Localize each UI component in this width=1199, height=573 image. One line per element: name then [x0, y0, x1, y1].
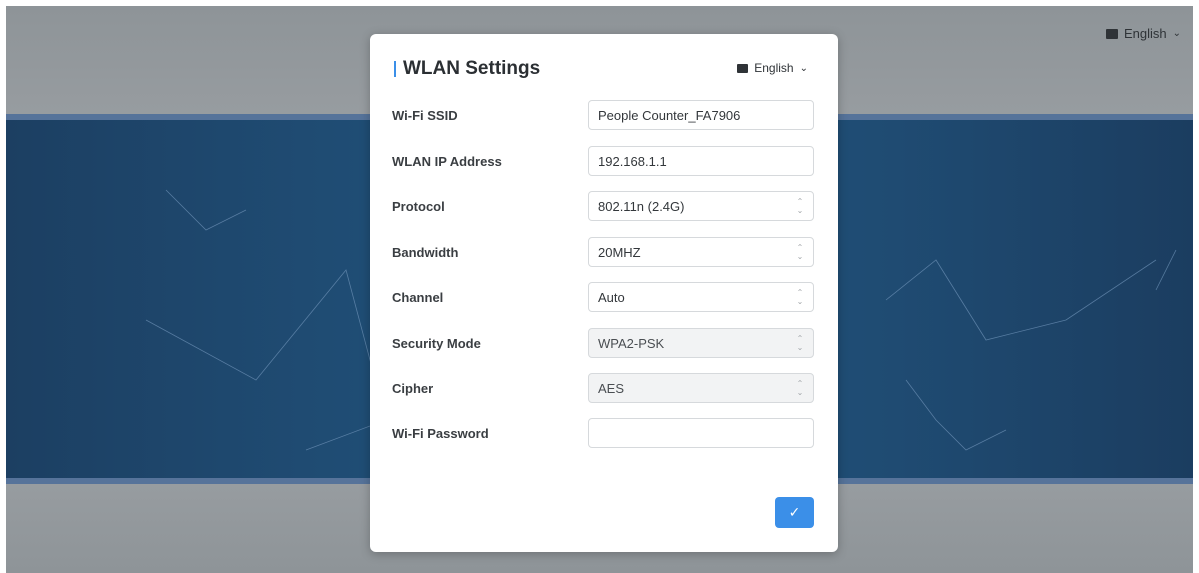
security-mode-select: WPA2-PSK ⌃ ⌄: [588, 328, 814, 358]
select-arrows-icon: ⌃ ⌄: [796, 197, 804, 215]
wlan-ip-label: WLAN IP Address: [392, 154, 502, 169]
wifi-ssid-label: Wi-Fi SSID: [392, 108, 458, 123]
bandwidth-row: Bandwidth 20MHZ ⌃ ⌄: [392, 237, 816, 269]
wlan-ip-input[interactable]: 192.168.1.1: [588, 146, 814, 176]
page-language-label: English: [1123, 26, 1167, 41]
language-icon: [1105, 28, 1118, 39]
protocol-value: 802.11n (2.4G): [598, 199, 685, 214]
bandwidth-select[interactable]: 20MHZ ⌃ ⌄: [588, 237, 814, 267]
bandwidth-label: Bandwidth: [392, 245, 459, 260]
channel-select[interactable]: Auto ⌃ ⌄: [588, 282, 814, 312]
dialog-title: WLAN Settings: [394, 58, 540, 80]
select-arrows-icon: ⌃ ⌄: [796, 334, 804, 352]
title-accent-bar: [394, 61, 396, 77]
channel-row: Channel Auto ⌃ ⌄: [392, 282, 816, 314]
cipher-row: Cipher AES ⌃ ⌄: [392, 373, 816, 405]
wlan-ip-value: 192.168.1.1: [598, 154, 667, 169]
dialog-title-text: WLAN Settings: [403, 58, 541, 79]
page-language-selector[interactable]: English ⌄: [1105, 26, 1181, 41]
select-arrows-icon: ⌃ ⌄: [796, 288, 804, 306]
wifi-password-label: Wi-Fi Password: [392, 426, 489, 441]
channel-value: Auto: [598, 290, 625, 305]
wifi-password-input[interactable]: [588, 418, 814, 448]
wifi-ssid-value: People Counter_FA7906: [598, 108, 741, 123]
security-mode-label: Security Mode: [392, 336, 481, 351]
security-mode-row: Security Mode WPA2-PSK ⌃ ⌄: [392, 328, 816, 360]
security-mode-value: WPA2-PSK: [598, 336, 665, 351]
cipher-select: AES ⌃ ⌄: [588, 373, 814, 403]
protocol-row: Protocol 802.11n (2.4G) ⌃ ⌄: [392, 191, 816, 223]
wifi-password-row: Wi-Fi Password: [392, 418, 816, 450]
protocol-label: Protocol: [392, 199, 445, 214]
dialog-language-label: English: [754, 61, 794, 75]
check-icon: ✓: [788, 504, 801, 520]
language-icon: [737, 63, 749, 73]
select-arrows-icon: ⌃ ⌄: [796, 243, 804, 261]
dialog-language-selector[interactable]: English ⌄: [737, 61, 808, 75]
select-arrows-icon: ⌃ ⌄: [796, 379, 804, 397]
wlan-settings-dialog: WLAN Settings English ⌄ Wi-Fi SSID Peopl…: [370, 34, 838, 552]
wlan-ip-row: WLAN IP Address 192.168.1.1: [392, 146, 816, 178]
confirm-button[interactable]: ✓: [775, 497, 814, 528]
cipher-value: AES: [598, 381, 625, 396]
chevron-down-icon: ⌄: [799, 62, 808, 74]
protocol-select[interactable]: 802.11n (2.4G) ⌃ ⌄: [588, 191, 814, 221]
cipher-label: Cipher: [392, 381, 434, 396]
wifi-ssid-input[interactable]: People Counter_FA7906: [588, 100, 814, 130]
bandwidth-value: 20MHZ: [598, 245, 641, 260]
channel-label: Channel: [392, 290, 444, 305]
wifi-ssid-row: Wi-Fi SSID People Counter_FA7906: [392, 100, 816, 132]
chevron-down-icon: ⌄: [1172, 28, 1181, 39]
